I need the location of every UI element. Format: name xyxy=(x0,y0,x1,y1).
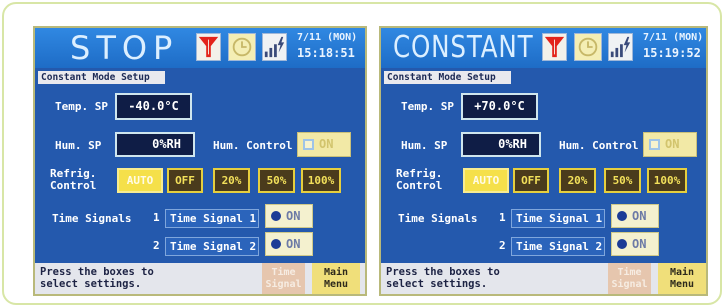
time-signal-number: 2 xyxy=(153,239,160,252)
main-menu-button[interactable]: Main Menu xyxy=(658,263,706,294)
time-signal-button[interactable]: Time Signal xyxy=(262,263,305,294)
hum-control-toggle[interactable]: ON xyxy=(643,132,697,157)
alarm-icon xyxy=(197,34,220,60)
power-signal-icon xyxy=(263,34,286,60)
toggle-dot-icon xyxy=(271,239,281,249)
refrig-option-20[interactable]: 20% xyxy=(213,168,250,193)
temp-sp-field[interactable]: +70.0°C xyxy=(461,93,538,120)
refrig-control-label: Refrig. Control xyxy=(50,167,97,192)
toggle-dot-icon xyxy=(271,211,281,221)
time-signal-name: Time Signal 2 xyxy=(165,237,259,256)
toggle-label: ON xyxy=(632,237,647,251)
status-header: CONSTANT 7/11 (MON) 15:19:52 xyxy=(381,28,706,68)
time-signals-label: Time Signals xyxy=(398,212,478,225)
time-signal-number: 1 xyxy=(153,211,160,224)
time-signal-number: 2 xyxy=(499,239,506,252)
alarm-button[interactable] xyxy=(542,33,567,61)
power-status-button[interactable] xyxy=(608,33,633,61)
toggle-dot-icon xyxy=(617,239,627,249)
hint-line: select settings. xyxy=(40,278,142,290)
hint-text: Press the boxes to select settings. xyxy=(386,266,500,290)
date-display: 7/11 (MON) xyxy=(643,32,704,43)
time-display: 15:19:52 xyxy=(643,46,701,60)
control-panel-stop: STOP 7/11 (MON) 15:18:51 Constant Mode S… xyxy=(35,28,365,294)
section-tab: Constant Mode Setup xyxy=(38,71,165,84)
hum-control-label: Hum. Control xyxy=(559,139,639,152)
footer-bar: Press the boxes to select settings. Time… xyxy=(381,263,706,294)
hum-control-label: Hum. Control xyxy=(213,139,293,152)
clock-icon xyxy=(229,34,255,60)
control-panel-constant: CONSTANT 7/11 (MON) 15:19:52 Constant Mo… xyxy=(381,28,706,294)
refrig-option-auto[interactable]: AUTO xyxy=(117,168,163,193)
hint-line: Press the boxes to xyxy=(386,266,500,278)
time-signal-2-toggle[interactable]: ON xyxy=(611,232,659,256)
time-signal-button[interactable]: Time Signal xyxy=(608,263,651,294)
time-signal-number: 1 xyxy=(499,211,506,224)
refrig-option-50[interactable]: 50% xyxy=(258,168,295,193)
time-signal-1-toggle[interactable]: ON xyxy=(611,204,659,228)
temp-sp-label: Temp. SP xyxy=(401,100,454,113)
temp-sp-field[interactable]: -40.0°C xyxy=(115,93,192,120)
time-signal-name: Time Signal 2 xyxy=(511,237,605,256)
refrig-option-20[interactable]: 20% xyxy=(559,168,596,193)
toggle-label: ON xyxy=(286,209,301,223)
hum-sp-label: Hum. SP xyxy=(55,139,102,152)
hum-sp-field[interactable]: 0%RH xyxy=(461,132,541,157)
power-status-button[interactable] xyxy=(262,33,287,61)
time-display: 15:18:51 xyxy=(297,46,355,60)
hum-sp-field[interactable]: 0%RH xyxy=(115,132,195,157)
status-header: STOP 7/11 (MON) 15:18:51 xyxy=(35,28,365,68)
power-signal-icon xyxy=(609,34,632,60)
toggle-label: ON xyxy=(286,237,301,251)
clock-icon xyxy=(575,34,601,60)
toggle-indicator-icon xyxy=(649,139,660,150)
hum-sp-label: Hum. SP xyxy=(401,139,448,152)
refrig-option-off[interactable]: OFF xyxy=(513,168,549,193)
refrig-control-label: Refrig. Control xyxy=(396,167,443,192)
refrig-option-100[interactable]: 100% xyxy=(647,168,687,193)
toggle-indicator-icon xyxy=(303,139,314,150)
timer-button[interactable] xyxy=(574,33,602,61)
hint-line: select settings. xyxy=(386,278,488,290)
refrig-option-off[interactable]: OFF xyxy=(167,168,203,193)
time-signal-1-toggle[interactable]: ON xyxy=(265,204,313,228)
refrig-option-100[interactable]: 100% xyxy=(301,168,341,193)
hum-control-toggle[interactable]: ON xyxy=(297,132,351,157)
toggle-label: ON xyxy=(632,209,647,223)
timer-button[interactable] xyxy=(228,33,256,61)
refrig-option-auto[interactable]: AUTO xyxy=(463,168,509,193)
time-signal-name: Time Signal 1 xyxy=(511,209,605,228)
time-signals-label: Time Signals xyxy=(52,212,132,225)
alarm-button[interactable] xyxy=(196,33,221,61)
time-signal-2-toggle[interactable]: ON xyxy=(265,232,313,256)
time-signal-name: Time Signal 1 xyxy=(165,209,259,228)
toggle-label: ON xyxy=(665,137,680,151)
toggle-label: ON xyxy=(319,137,334,151)
date-display: 7/11 (MON) xyxy=(297,32,358,43)
toggle-dot-icon xyxy=(617,211,627,221)
main-menu-button[interactable]: Main Menu xyxy=(312,263,360,294)
operation-mode-title: STOP xyxy=(70,29,179,67)
temp-sp-label: Temp. SP xyxy=(55,100,108,113)
refrig-option-50[interactable]: 50% xyxy=(604,168,641,193)
hint-text: Press the boxes to select settings. xyxy=(40,266,154,290)
footer-bar: Press the boxes to select settings. Time… xyxy=(35,263,365,294)
hint-line: Press the boxes to xyxy=(40,266,154,278)
alarm-icon xyxy=(543,34,566,60)
operation-mode-title: CONSTANT xyxy=(393,30,534,65)
section-tab: Constant Mode Setup xyxy=(384,71,511,84)
